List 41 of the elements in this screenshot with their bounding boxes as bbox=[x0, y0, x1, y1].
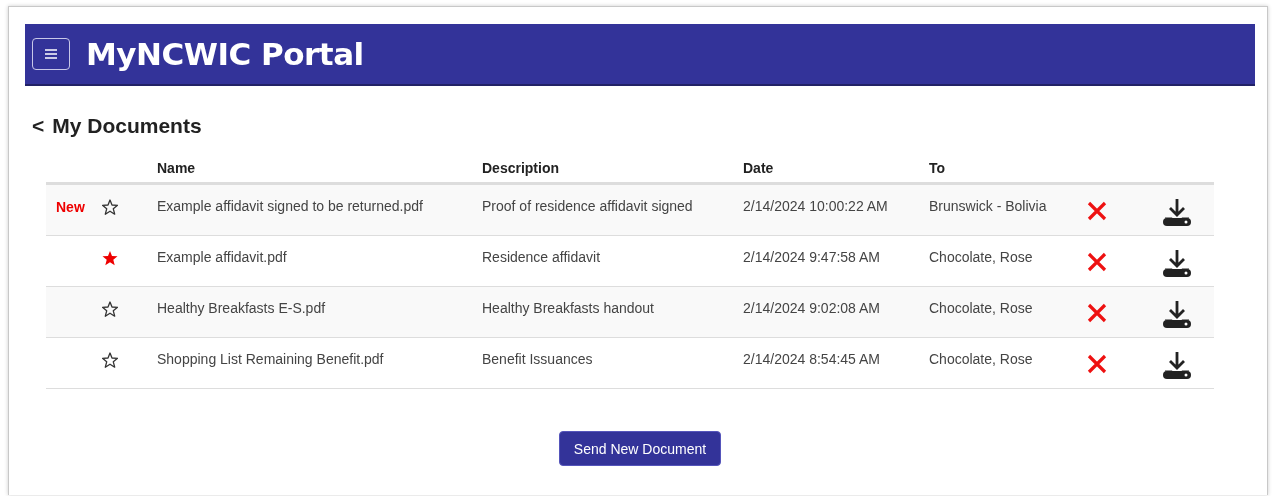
send-document-button[interactable]: Send New Document bbox=[558, 431, 722, 466]
file-name: Example affidavit.pdf bbox=[157, 249, 287, 265]
app-title: MyNCWIC Portal bbox=[86, 36, 364, 72]
recipient-text: Chocolate, Rose bbox=[929, 300, 1033, 316]
close-icon bbox=[1087, 354, 1107, 374]
column-header: Description bbox=[482, 160, 559, 176]
description-text: Healthy Breakfasts handout bbox=[482, 300, 654, 316]
menu-icon bbox=[45, 49, 57, 59]
column-header: Name bbox=[157, 160, 196, 176]
star-icon[interactable] bbox=[102, 301, 118, 317]
file-name: Healthy Breakfasts E-S.pdf bbox=[157, 300, 326, 316]
download-icon bbox=[1162, 249, 1192, 279]
new-label: New bbox=[56, 199, 85, 215]
download-button[interactable] bbox=[1162, 300, 1192, 330]
recipient-text: Chocolate, Rose bbox=[929, 249, 1033, 265]
description-text: Residence affidavit bbox=[482, 249, 601, 265]
date-text: 2/14/2024 9:02:08 AM bbox=[743, 300, 880, 316]
recipient-text: Brunswick - Bolivia bbox=[929, 198, 1047, 214]
star-icon[interactable] bbox=[102, 352, 118, 368]
download-button[interactable] bbox=[1162, 249, 1192, 279]
date-text: 2/14/2024 8:54:45 AM bbox=[743, 351, 880, 367]
page-title: My Documents bbox=[52, 114, 202, 138]
column-header: Date bbox=[743, 160, 774, 176]
back-link[interactable]: < bbox=[32, 114, 45, 138]
close-icon bbox=[1087, 303, 1107, 323]
download-button[interactable] bbox=[1162, 351, 1192, 381]
star-icon[interactable] bbox=[102, 250, 118, 266]
date-text: 2/14/2024 9:47:58 AM bbox=[743, 249, 880, 265]
file-name: Shopping List Remaining Benefit.pdf bbox=[157, 351, 384, 367]
close-icon bbox=[1087, 201, 1107, 221]
menu-button[interactable] bbox=[32, 38, 70, 70]
date-text: 2/14/2024 10:00:22 AM bbox=[743, 198, 888, 214]
file-name: Example affidavit signed to be returned.pdf bbox=[157, 198, 423, 214]
description-text: Benefit Issuances bbox=[482, 351, 593, 367]
download-icon bbox=[1162, 351, 1192, 381]
column-header: To bbox=[929, 160, 946, 176]
star-icon[interactable] bbox=[102, 199, 118, 215]
download-button[interactable] bbox=[1162, 198, 1192, 228]
recipient-text: Chocolate, Rose bbox=[929, 351, 1033, 367]
description-text: Proof of residence affidavit signed bbox=[482, 198, 693, 214]
close-icon bbox=[1087, 252, 1107, 272]
